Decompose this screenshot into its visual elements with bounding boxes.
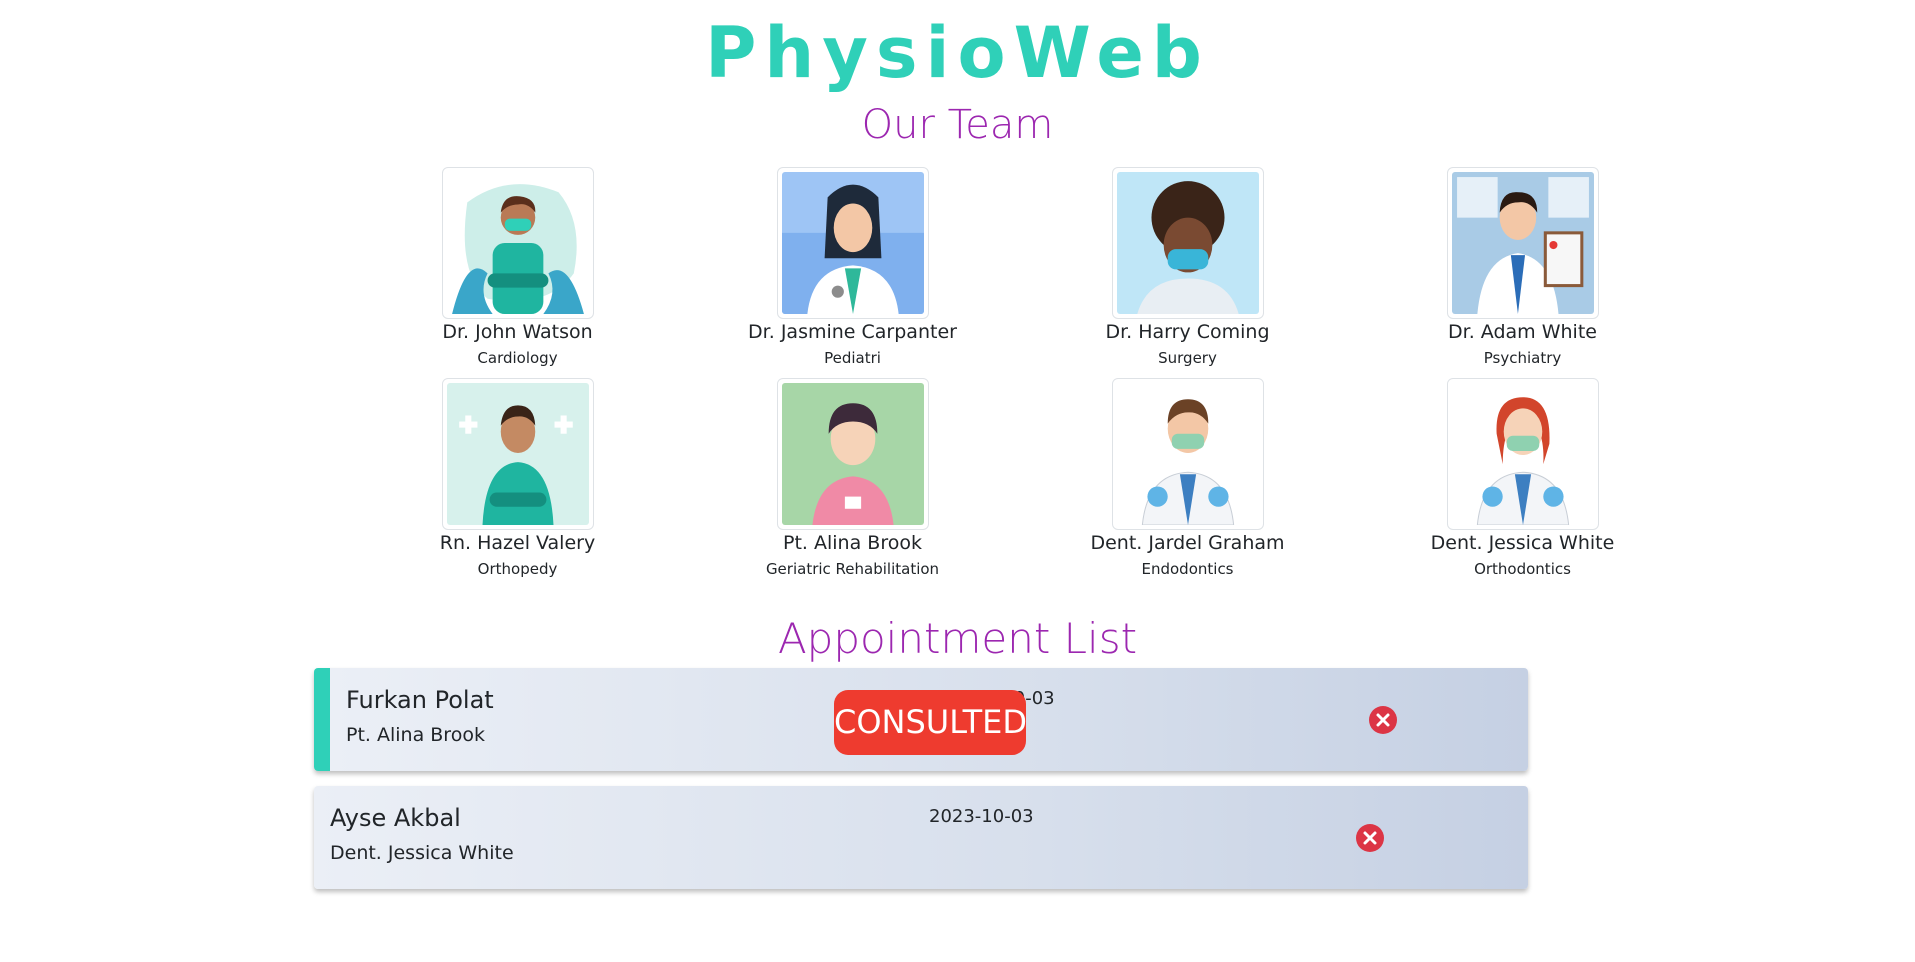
consulted-status-badge: CONSULTED xyxy=(834,690,1027,755)
member-department: Orthodontics xyxy=(1474,560,1571,578)
doctor-avatar-illustration xyxy=(781,383,924,525)
doctor-photo xyxy=(776,167,929,319)
member-name: Dent. Jardel Graham xyxy=(1090,532,1285,554)
patient-name: Ayse Akbal xyxy=(330,804,461,832)
member-department: Psychiatry xyxy=(1483,349,1562,367)
close-circle-icon[interactable] xyxy=(1356,824,1384,852)
doctor-photo xyxy=(441,167,594,319)
appointment-card[interactable]: Ayse Akbal Dent. Jessica White 2023-10-0… xyxy=(314,786,1528,889)
member-department: Endodontics xyxy=(1141,560,1234,578)
doctor-avatar-illustration xyxy=(1451,172,1594,314)
patient-name: Furkan Polat xyxy=(346,686,494,714)
close-circle-icon[interactable] xyxy=(1369,706,1397,734)
doctor-photo xyxy=(441,378,594,530)
member-name: Dr. Jasmine Carpanter xyxy=(748,321,957,343)
doctor-photo xyxy=(776,378,929,530)
member-name: Dr. John Watson xyxy=(442,321,593,343)
doctor-avatar-illustration xyxy=(1451,383,1594,525)
member-name: Dent. Jessica White xyxy=(1430,532,1615,554)
app-title: PhysioWeb xyxy=(705,12,1210,94)
doctor-photo xyxy=(1111,167,1264,319)
team-member-card: Dr. Harry Coming Surgery xyxy=(1020,167,1355,378)
team-member-card: Pt. Alina Brook Geriatric Rehabilitation xyxy=(685,378,1020,589)
member-department: Orthopedy xyxy=(477,560,558,578)
doctor-avatar-illustration xyxy=(1116,383,1259,525)
appointment-date: 2023-10-03 xyxy=(929,806,1034,827)
member-name: Dr. Adam White xyxy=(1448,321,1597,343)
member-department: Pediatri xyxy=(824,349,881,367)
member-department: Cardiology xyxy=(477,349,558,367)
team-section-title: Our Team xyxy=(861,102,1054,148)
doctor-photo xyxy=(1111,378,1264,530)
member-department: Surgery xyxy=(1158,349,1217,367)
team-member-card: Dent. Jessica White Orthodontics xyxy=(1355,378,1690,589)
member-name: Rn. Hazel Valery xyxy=(439,532,596,554)
doctor-avatar-illustration xyxy=(781,172,924,314)
member-department: Geriatric Rehabilitation xyxy=(765,560,940,578)
member-name: Dr. Harry Coming xyxy=(1105,321,1270,343)
team-member-card: Dr. Jasmine Carpanter Pediatri xyxy=(685,167,1020,378)
team-member-card: Dr. Adam White Psychiatry xyxy=(1355,167,1690,378)
doctor-name: Pt. Alina Brook xyxy=(346,724,485,746)
doctor-avatar-illustration xyxy=(446,172,589,314)
doctor-photo xyxy=(1446,378,1599,530)
team-grid: Dr. John Watson Cardiology Dr. Jasmine C… xyxy=(350,167,1691,589)
appointments-section-title: Appointment List xyxy=(777,614,1138,663)
team-member-card: Dent. Jardel Graham Endodontics xyxy=(1020,378,1355,589)
doctor-photo xyxy=(1446,167,1599,319)
team-member-card: Rn. Hazel Valery Orthopedy xyxy=(350,378,685,589)
team-member-card: Dr. John Watson Cardiology xyxy=(350,167,685,378)
doctor-name: Dent. Jessica White xyxy=(330,842,514,864)
doctor-avatar-illustration xyxy=(446,383,589,525)
doctor-avatar-illustration xyxy=(1116,172,1259,314)
member-name: Pt. Alina Brook xyxy=(783,532,922,554)
